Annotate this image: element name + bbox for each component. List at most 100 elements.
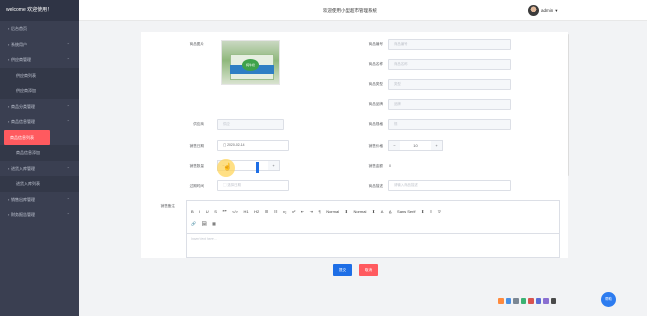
- supplier-label: 供应商: [193, 122, 204, 126]
- sidebar-item-label: 商品信息管理: [11, 119, 35, 124]
- brand-input[interactable]: 品牌: [388, 99, 511, 110]
- sidebar-item-3[interactable]: 供应商列表: [0, 67, 79, 83]
- plus-button[interactable]: +: [268, 161, 279, 170]
- user-menu[interactable]: admin ▾: [528, 4, 558, 17]
- editor-tool-button[interactable]: ¶: [319, 209, 321, 214]
- emoji-icon[interactable]: [520, 298, 526, 304]
- code-input[interactable]: 商品编号: [388, 39, 511, 50]
- name-input[interactable]: 商品名称: [388, 59, 511, 70]
- sidebar-item-10[interactable]: 进货入库列表: [0, 176, 79, 192]
- sidebar-item-label: 商品信息列表: [10, 134, 34, 140]
- chevron-icon: ⌃: [66, 57, 70, 62]
- sidebar-item-6[interactable]: ▪ 商品信息管理 ⌃: [0, 114, 79, 130]
- sidebar-item-12[interactable]: ▪ 财务报告管理 ⌃: [0, 207, 79, 223]
- cursor-highlight: ☝: [217, 159, 235, 177]
- expire-label: 过期时间: [189, 184, 204, 188]
- remark-label: 销售备注: [160, 204, 175, 208]
- sidebar-item-8[interactable]: 商品信息添加: [0, 145, 79, 161]
- sale-price-label: 销售价格: [368, 144, 383, 148]
- chinese-mode-icon[interactable]: [505, 298, 511, 304]
- editor-tool-button[interactable]: B: [191, 209, 194, 214]
- editor-tool-button[interactable]: Normal: [353, 209, 366, 214]
- sogou-icon[interactable]: [498, 298, 504, 304]
- minus-button[interactable]: −: [389, 141, 400, 150]
- spec-input[interactable]: 规: [388, 119, 511, 130]
- chevron-icon: ⌃: [66, 212, 70, 217]
- keyboard-icon[interactable]: [535, 298, 541, 304]
- voice-icon[interactable]: [528, 298, 534, 304]
- tray-icons: [498, 297, 556, 305]
- editor-tool-button[interactable]: A: [381, 209, 384, 214]
- sidebar-item-label: 进货入库管理: [11, 165, 35, 171]
- submit-button[interactable]: 提交: [333, 264, 352, 276]
- editor-tool-button[interactable]: </>: [232, 209, 238, 214]
- sidebar-item-label: 销售出库管理: [11, 196, 35, 202]
- supplier-input[interactable]: 供应: [217, 119, 284, 130]
- sidebar-item-7[interactable]: 商品信息列表: [4, 129, 50, 145]
- editor-tool-button[interactable]: S: [214, 209, 217, 214]
- editor-tool-button[interactable]: ≡: [430, 209, 432, 214]
- product-image[interactable]: 纯牛奶: [221, 40, 280, 85]
- code-label: 商品编号: [368, 42, 383, 46]
- editor-tool-button[interactable]: 🔗: [191, 221, 196, 226]
- type-label: 商品类型: [368, 82, 383, 86]
- sale-total-label: 销售金额: [368, 164, 383, 168]
- sidebar-item-label: 财务报告管理: [11, 212, 35, 217]
- sidebar-item-label: 系统用户: [11, 41, 27, 47]
- sidebar: welcome 欢迎使用！ ▪ 后台首页 ▪ 系统用户 ⌃ ▪ 供应商管理 ⌃ 供应商列表 供应商…: [0, 0, 79, 316]
- hand-cursor-icon: ☝: [223, 164, 232, 171]
- sidebar-item-5[interactable]: ▪ 商品分类管理 ⌃: [0, 99, 79, 115]
- sidebar-item-0[interactable]: ▪ 后台首页: [0, 21, 79, 37]
- editor-text-area[interactable]: Insert text here ...: [187, 234, 559, 244]
- sidebar-item-2[interactable]: ▪ 供应商管理 ⌃: [0, 52, 79, 68]
- punctuation-icon[interactable]: [513, 298, 519, 304]
- type-input[interactable]: 类型: [388, 79, 511, 90]
- editor-tool-button[interactable]: ⬍: [372, 209, 375, 214]
- sidebar-item-11[interactable]: ▪ 销售出库管理 ⌃: [0, 192, 79, 208]
- editor-tool-button[interactable]: H1: [243, 209, 248, 214]
- editor-tool-button[interactable]: T̸: [438, 209, 440, 214]
- chevron-icon: ⌃: [66, 165, 70, 171]
- editor-tool-button[interactable]: H2: [254, 209, 259, 214]
- editor-tool-button[interactable]: Sans Serif: [397, 209, 415, 214]
- editor-tool-button[interactable]: ❝❞: [222, 209, 226, 214]
- cancel-button[interactable]: 取消: [359, 264, 378, 276]
- sidebar-item-9[interactable]: ▪ 进货入库管理 ⌃: [0, 161, 79, 177]
- help-button[interactable]: 帮助: [601, 292, 616, 307]
- expire-placeholder: 选择日期: [227, 183, 241, 187]
- rich-text-editor[interactable]: B I U S ❝❞ </> H1 H2 ☰ ☷ x₂ x² ⇤ ⇥ ¶ Normal ⬍ Normal ⬍ A A̲ S…: [186, 200, 560, 258]
- sidebar-item-1[interactable]: ▪ 系统用户 ⌃: [0, 37, 79, 53]
- chevron-icon: ⌃: [66, 196, 70, 202]
- editor-tool-button[interactable]: ▦: [212, 221, 216, 226]
- editor-tool-button[interactable]: A̲: [389, 209, 392, 214]
- toolbox-icon[interactable]: [550, 298, 556, 304]
- chevron-icon: ⌃: [66, 41, 70, 47]
- top-bar: 欢迎使用小型超市管理系统 admin ▾: [79, 0, 647, 21]
- sale-price-value[interactable]: 10: [400, 141, 431, 150]
- editor-toolbar-row: B I U S ❝❞ </> H1 H2 ☰ ☷ x₂ x² ⇤ ⇥ ¶ Normal ⬍ Normal ⬍ A A̲ S…: [191, 205, 555, 217]
- editor-tool-button[interactable]: x²: [292, 209, 295, 214]
- sale-price-stepper[interactable]: − 10 +: [388, 140, 443, 151]
- desc-input[interactable]: 请输入商品描述: [388, 180, 511, 191]
- skin-icon[interactable]: [543, 298, 549, 304]
- name-label: 商品名称: [368, 62, 383, 66]
- sidebar-item-label: 供应商列表: [16, 72, 36, 78]
- editor-tool-button[interactable]: ⇤: [301, 209, 304, 214]
- sidebar-item-4[interactable]: 供应商添加: [0, 83, 79, 99]
- editor-tool-button[interactable]: ⬍: [421, 209, 424, 214]
- spec-label: 商品规格: [368, 122, 383, 126]
- editor-tool-button[interactable]: ⇥: [310, 209, 313, 214]
- editor-tool-button[interactable]: 🖼: [201, 221, 206, 226]
- sale-date-input[interactable]: ▢ 2020-02-14: [217, 140, 289, 151]
- editor-tool-button[interactable]: x₂: [283, 209, 287, 214]
- plus-button[interactable]: +: [431, 141, 442, 150]
- expire-input[interactable]: ▢ 选择日期: [217, 180, 289, 191]
- editor-tool-button[interactable]: U: [206, 209, 209, 214]
- desc-label: 商品描述: [368, 184, 383, 188]
- sidebar-item-label: 供应商添加: [16, 88, 36, 93]
- editor-tool-button[interactable]: I: [199, 209, 200, 214]
- editor-tool-button[interactable]: ⬍: [345, 209, 348, 214]
- editor-tool-button[interactable]: ☷: [274, 209, 278, 214]
- editor-tool-button[interactable]: Normal: [326, 209, 339, 214]
- editor-tool-button[interactable]: ☰: [265, 209, 269, 214]
